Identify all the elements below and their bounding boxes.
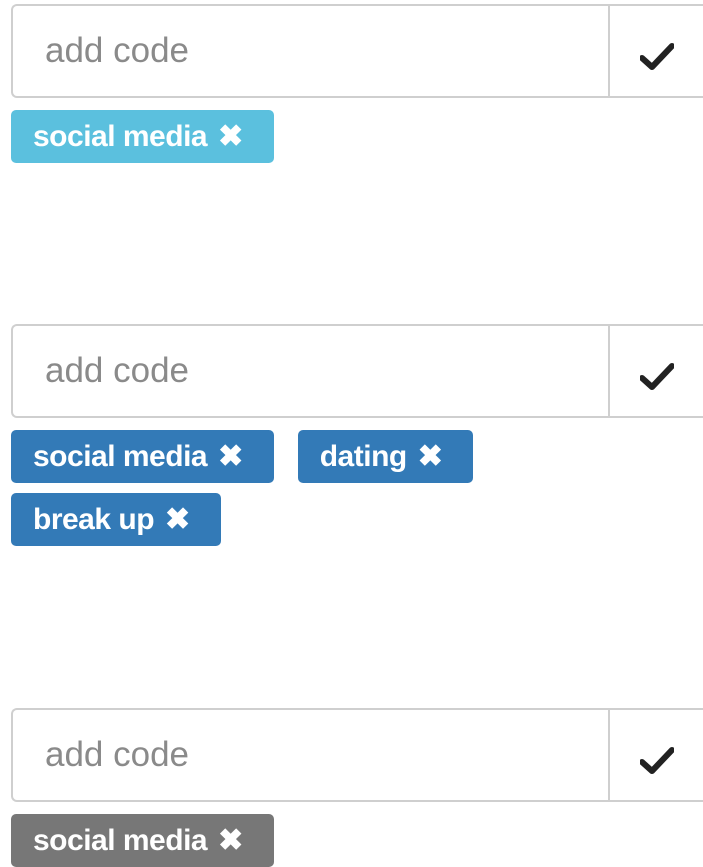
code-input-row [11, 4, 703, 98]
tag-label: social media [33, 119, 208, 153]
add-code-input[interactable] [11, 4, 608, 98]
check-icon [639, 363, 674, 390]
tag-dating: dating ✖ [297, 430, 474, 483]
tag-social-media: social media ✖ [11, 814, 274, 867]
tag-list: social media ✖ [11, 814, 571, 867]
code-group-1: social media ✖ [11, 4, 703, 163]
confirm-code-button[interactable] [608, 4, 703, 98]
remove-tag-icon[interactable]: ✖ [418, 441, 443, 472]
tag-label: dating [319, 439, 408, 473]
remove-tag-icon[interactable]: ✖ [218, 121, 243, 152]
remove-tag-icon[interactable]: ✖ [218, 825, 243, 856]
tag-social-media: social media ✖ [11, 430, 274, 483]
remove-tag-icon[interactable]: ✖ [218, 441, 243, 472]
tag-label: break up [33, 502, 155, 536]
confirm-code-button[interactable] [608, 324, 703, 418]
tag-list: social media ✖ dating ✖ break up ✖ [11, 430, 571, 546]
tag-break-up: break up ✖ [11, 493, 221, 546]
check-icon [639, 43, 674, 70]
check-icon [639, 747, 674, 774]
tag-label: social media [33, 439, 208, 473]
code-group-2: social media ✖ dating ✖ break up ✖ [11, 324, 703, 546]
tag-social-media: social media ✖ [11, 110, 274, 163]
code-input-row [11, 324, 703, 418]
tag-list: social media ✖ [11, 110, 571, 163]
remove-tag-icon[interactable]: ✖ [165, 504, 190, 535]
code-group-3: social media ✖ [11, 708, 703, 867]
confirm-code-button[interactable] [608, 708, 703, 802]
tag-label: social media [33, 823, 208, 857]
code-input-row [11, 708, 703, 802]
add-code-input[interactable] [11, 708, 608, 802]
add-code-input[interactable] [11, 324, 608, 418]
